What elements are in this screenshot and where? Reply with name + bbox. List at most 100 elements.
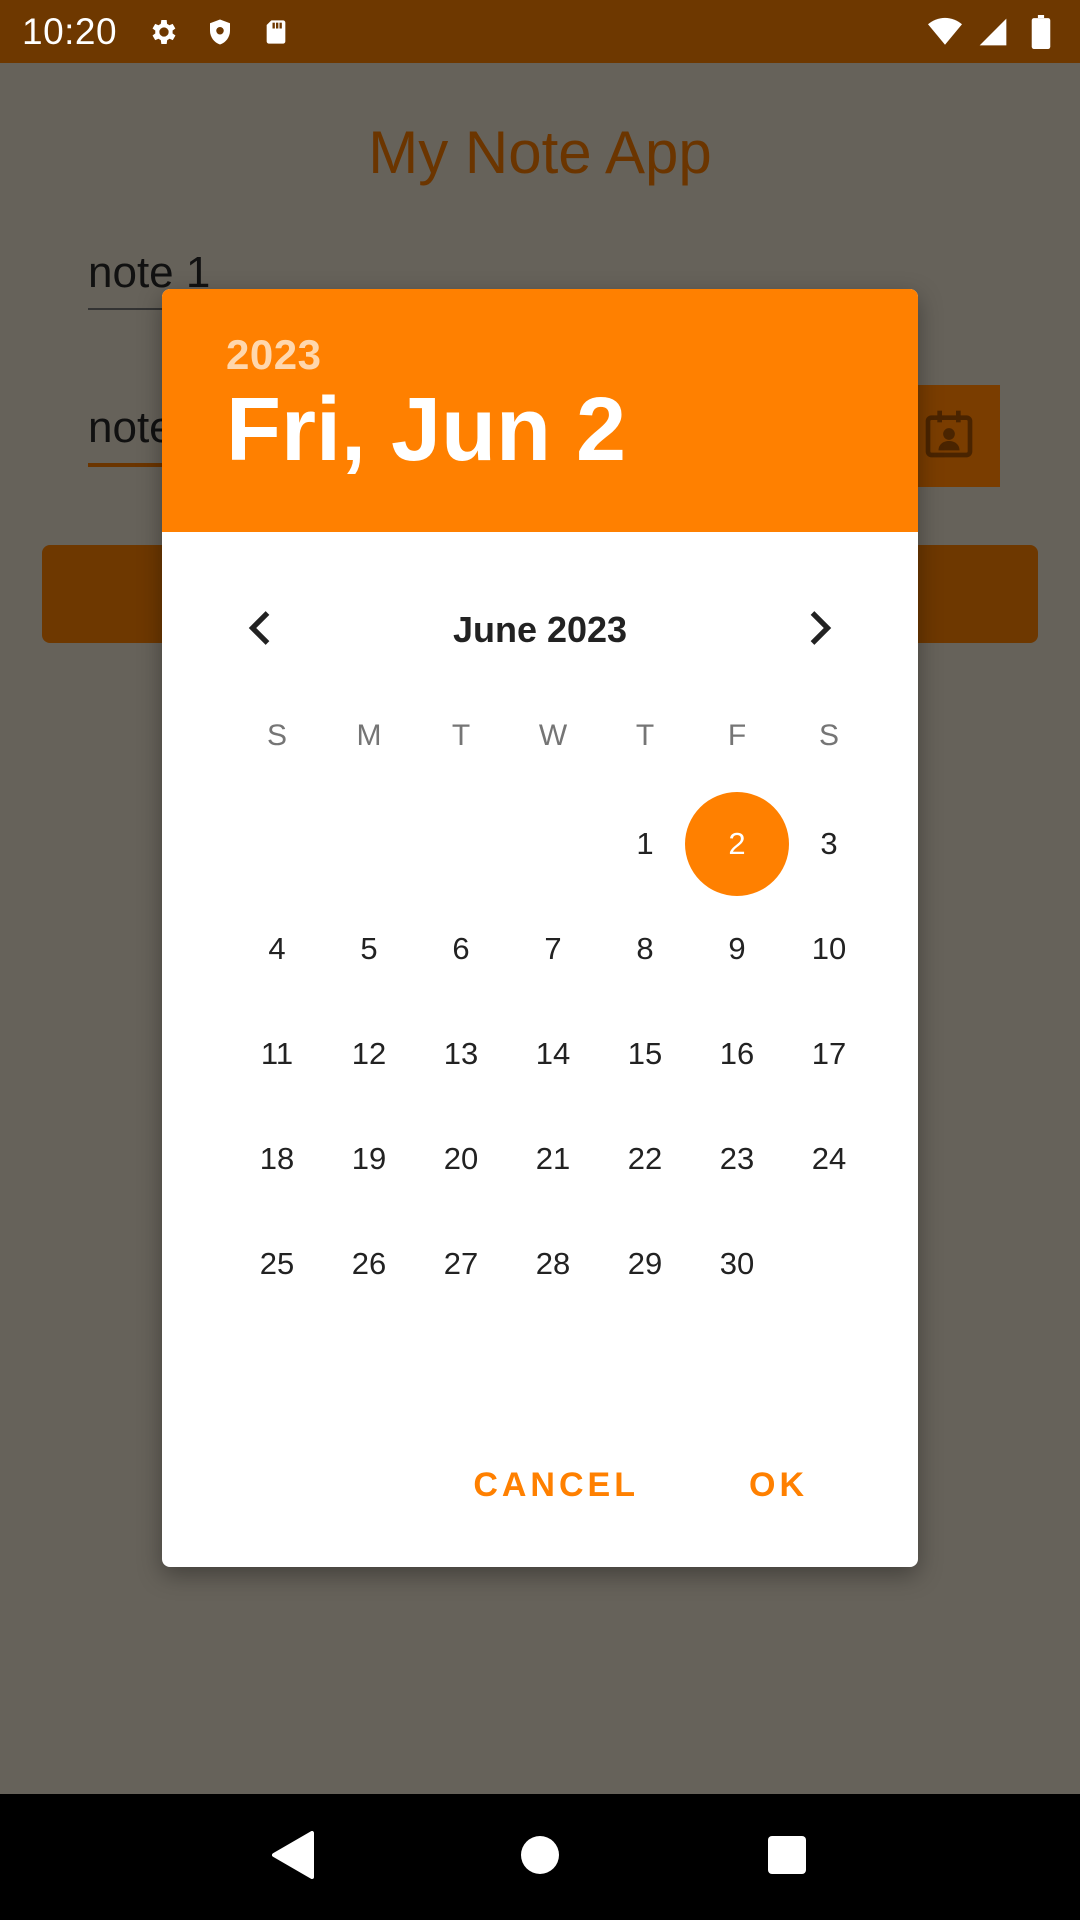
calendar-day-number: 26: [351, 1245, 387, 1281]
calendar-day[interactable]: 27: [415, 1211, 507, 1316]
calendar-day-number: 12: [351, 1035, 387, 1071]
calendar-day-number: 16: [719, 1035, 755, 1071]
calendar-day[interactable]: 11: [231, 1001, 323, 1106]
calendar-day[interactable]: 16: [691, 1001, 783, 1106]
chevron-right-icon: [805, 610, 835, 651]
dialog-actions: CANCEL OK: [162, 1455, 918, 1515]
calendar-day-number: 5: [360, 930, 378, 966]
calendar-day-number: 14: [535, 1035, 571, 1071]
calendar-day[interactable]: 10: [783, 896, 875, 1001]
calendar-day[interactable]: 17: [783, 1001, 875, 1106]
calendar-day-number: 27: [443, 1245, 479, 1281]
status-icons-right: [928, 14, 1058, 49]
calendar-day-number: 28: [535, 1245, 571, 1281]
recents-icon: [767, 1835, 807, 1880]
calendar-day-number: 19: [351, 1140, 387, 1176]
calendar-day[interactable]: 13: [415, 1001, 507, 1106]
calendar-empty-cell: [323, 791, 415, 896]
calendar-day-number: 8: [636, 930, 654, 966]
calendar-day[interactable]: 5: [323, 896, 415, 1001]
calendar-day[interactable]: 18: [231, 1106, 323, 1211]
wifi-icon: [928, 15, 962, 49]
back-icon: [272, 1830, 315, 1884]
calendar-day[interactable]: 7: [507, 896, 599, 1001]
calendar-day[interactable]: 29: [599, 1211, 691, 1316]
month-label: June 2023: [452, 609, 628, 650]
calendar-day-number: 22: [627, 1140, 663, 1176]
calendar-day[interactable]: 9: [691, 896, 783, 1001]
calendar-day[interactable]: 1: [599, 791, 691, 896]
calendar-day[interactable]: 3: [783, 791, 875, 896]
calendar-empty-cell: [231, 791, 323, 896]
date-picker-header: 2023 Fri, Jun 2: [162, 289, 918, 532]
calendar-day[interactable]: 12: [323, 1001, 415, 1106]
calendar-day-number: 18: [259, 1140, 295, 1176]
date-picker-dialog: 2023 Fri, Jun 2 June 2023 S M T W T F S …: [162, 289, 918, 1567]
ok-button[interactable]: OK: [749, 1466, 808, 1505]
calendar-day-number: 3: [820, 825, 838, 861]
shield-icon: [203, 15, 237, 49]
calendar-day[interactable]: 15: [599, 1001, 691, 1106]
weekday-label: M: [356, 719, 382, 752]
calendar-day-number: 4: [268, 930, 286, 966]
header-date: Fri, Jun 2: [226, 380, 627, 480]
calendar-day[interactable]: 22: [599, 1106, 691, 1211]
weekday-label: S: [266, 719, 287, 752]
calendar-day-number: 6: [452, 930, 470, 966]
calendar-day[interactable]: 23: [691, 1106, 783, 1211]
calendar-day[interactable]: 14: [507, 1001, 599, 1106]
calendar-day-number: 15: [627, 1035, 663, 1071]
calendar-day[interactable]: 20: [415, 1106, 507, 1211]
calendar-day-number: 11: [260, 1035, 294, 1071]
home-icon: [520, 1835, 560, 1880]
calendar-day[interactable]: 25: [231, 1211, 323, 1316]
calendar-day-number: 10: [811, 930, 847, 966]
calendar-day[interactable]: 28: [507, 1211, 599, 1316]
battery-icon: [1024, 14, 1058, 49]
calendar-day-number: 1: [636, 825, 654, 861]
calendar-day[interactable]: 30: [691, 1211, 783, 1316]
calendar-day[interactable]: 4: [231, 896, 323, 1001]
weekday-label: W: [538, 719, 568, 752]
weekday-label: T: [635, 719, 655, 752]
month-navigation: June 2023: [162, 600, 918, 660]
calendar-empty-cell: [415, 791, 507, 896]
app-title: My Note App: [368, 119, 712, 186]
weekday-header: S M T W T F S: [231, 719, 875, 753]
home-button[interactable]: [510, 1827, 570, 1887]
status-bar: 10:20: [0, 0, 1080, 63]
calendar-day-number: 9: [728, 930, 746, 966]
calendar-day[interactable]: 19: [323, 1106, 415, 1211]
calendar-day-selected[interactable]: 2: [691, 791, 783, 896]
calendar-day[interactable]: 6: [415, 896, 507, 1001]
chevron-left-icon: [245, 610, 275, 651]
header-year[interactable]: 2023: [226, 331, 918, 379]
calendar-days-grid: 1 2 3 4 5 6 7 8 9 10 11 12 13 14 15 16 17 18 19 20 21 22 23 24 2…: [231, 791, 875, 1316]
signal-icon: [976, 15, 1010, 49]
gear-icon: [147, 15, 181, 49]
calendar-empty-cell: [507, 791, 599, 896]
status-time: 10:20: [22, 10, 118, 52]
calendar-day-number: 2: [728, 825, 746, 861]
next-month-button[interactable]: [790, 600, 850, 660]
back-button[interactable]: [263, 1827, 323, 1887]
calendar-day-number: 13: [443, 1035, 479, 1071]
calendar-day[interactable]: 26: [323, 1211, 415, 1316]
calendar-day-number: 30: [719, 1245, 755, 1281]
weekday-label: F: [727, 719, 747, 752]
cancel-button[interactable]: CANCEL: [473, 1466, 639, 1505]
calendar-icon: [921, 406, 977, 467]
calendar-day[interactable]: 24: [783, 1106, 875, 1211]
calendar-day[interactable]: 8: [599, 896, 691, 1001]
recents-button[interactable]: [757, 1827, 817, 1887]
calendar-day-number: 17: [811, 1035, 847, 1071]
calendar-day-number: 24: [811, 1140, 847, 1176]
calendar-day-number: 23: [719, 1140, 755, 1176]
navigation-bar: [0, 1794, 1080, 1920]
calendar-day[interactable]: 21: [507, 1106, 599, 1211]
calendar-day-number: 7: [544, 930, 562, 966]
weekday-label: S: [818, 719, 839, 752]
previous-month-button[interactable]: [230, 600, 290, 660]
weekday-label: T: [451, 719, 471, 752]
sd-card-icon: [259, 15, 293, 49]
